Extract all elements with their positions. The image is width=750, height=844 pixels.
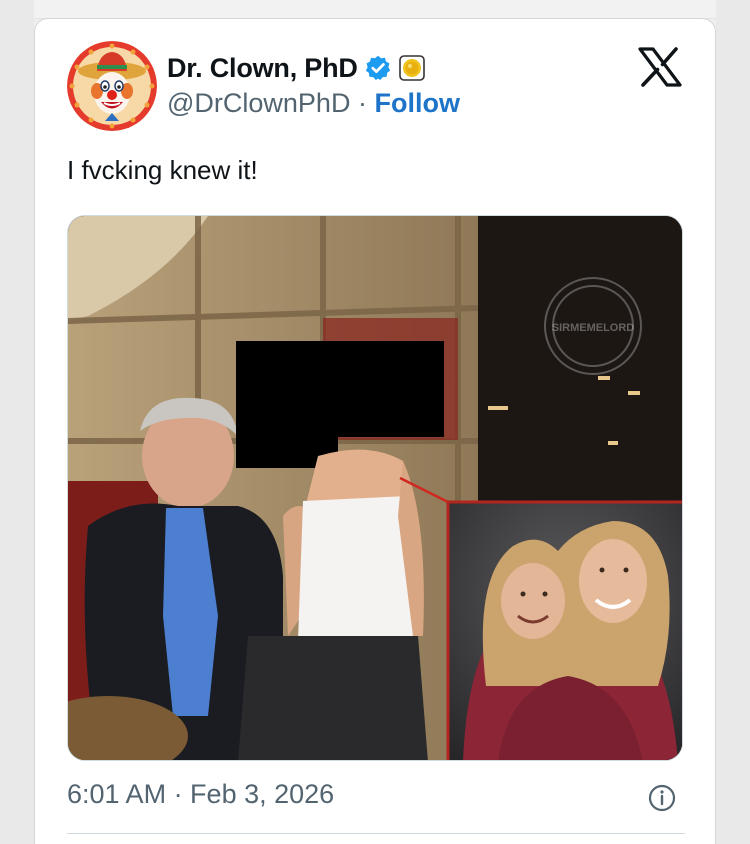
- author-display-name[interactable]: Dr. Clown, PhD: [167, 53, 358, 84]
- verified-badge-icon: [365, 55, 390, 81]
- tweet-embed-card: Dr. Clown, PhD @DrClownPhD · Follow I fv…: [34, 18, 716, 844]
- watermark-text: SIRMEMELORD: [552, 322, 635, 334]
- x-logo-icon[interactable]: [638, 47, 682, 87]
- tweet-photo[interactable]: SIRMEMELORD: [67, 215, 683, 761]
- info-icon[interactable]: [647, 783, 677, 813]
- author-name-row: Dr. Clown, PhD: [167, 52, 425, 84]
- page-margin-left: [0, 0, 34, 844]
- card-divider: [67, 833, 685, 834]
- gold-coin-badge-icon: [398, 55, 425, 81]
- separator-dot: ·: [357, 88, 367, 118]
- author-avatar[interactable]: [67, 41, 157, 131]
- tweet-timestamp[interactable]: 6:01 AM · Feb 3, 2026: [67, 779, 334, 810]
- page-margin-right: [716, 0, 750, 844]
- tweet-text: I fvcking knew it!: [67, 155, 258, 185]
- author-handle[interactable]: @DrClownPhD: [167, 88, 350, 118]
- follow-button[interactable]: Follow: [374, 88, 459, 118]
- tweet-photo-graphic: SIRMEMELORD: [68, 216, 682, 760]
- author-handle-row: @DrClownPhD · Follow: [167, 88, 460, 119]
- clown-avatar-icon: [67, 41, 157, 131]
- page: Dr. Clown, PhD @DrClownPhD · Follow I fv…: [0, 0, 750, 844]
- page-top-band: [0, 0, 750, 19]
